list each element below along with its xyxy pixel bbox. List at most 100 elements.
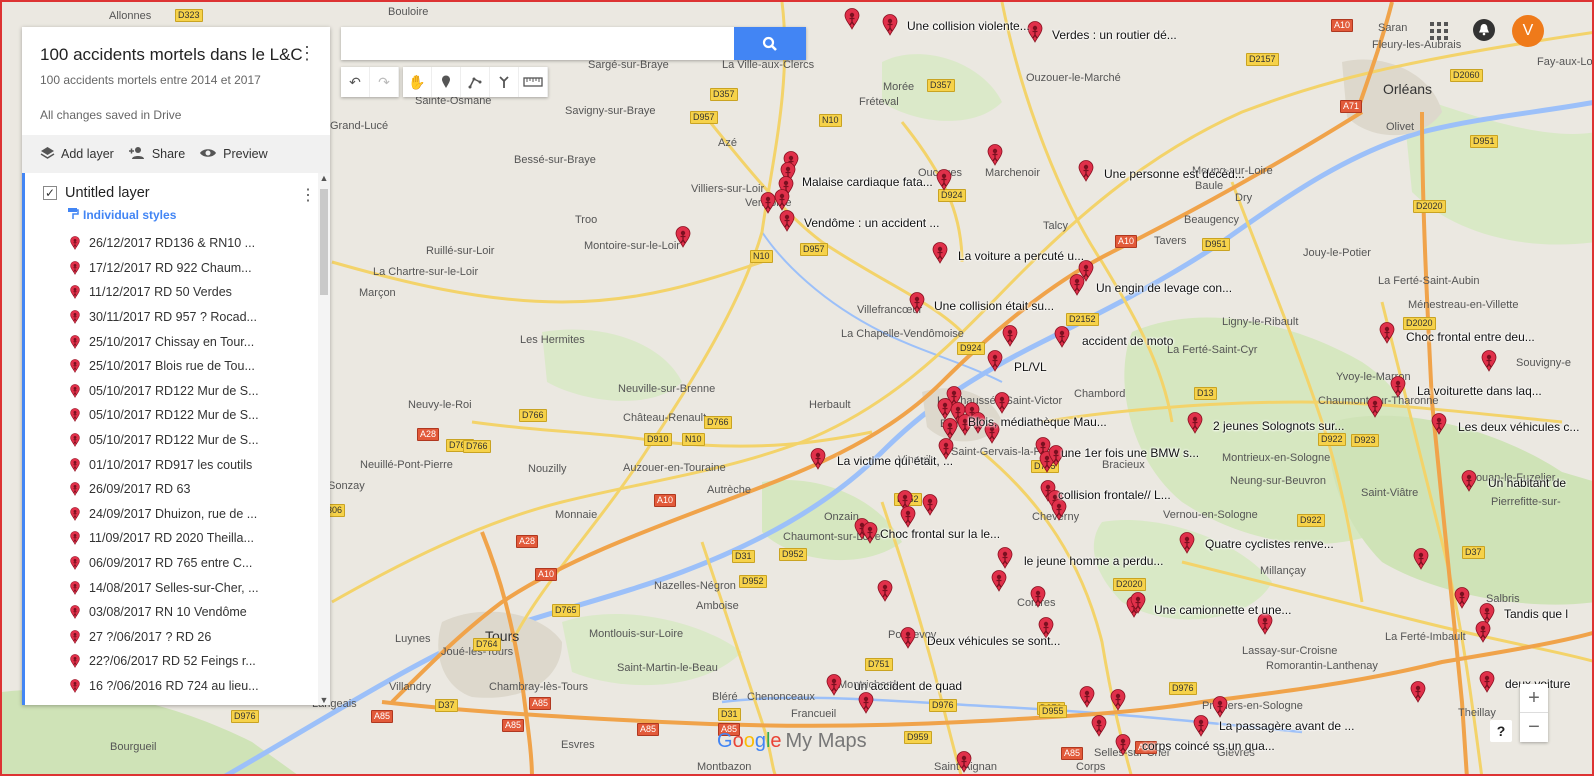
map-description[interactable]: 100 accidents mortels entre 2014 et 2017 xyxy=(40,73,312,87)
feature-list-item[interactable]: 22?/06/2017 RD 52 Feings r... xyxy=(25,649,322,674)
feature-list-item[interactable]: 06/09/2017 RD 765 entre C... xyxy=(25,551,322,576)
notifications-icon[interactable] xyxy=(1473,19,1495,41)
accident-marker-icon[interactable] xyxy=(1069,274,1085,296)
accident-marker-icon[interactable] xyxy=(810,448,826,470)
marker-label[interactable]: Une personne est décéd... xyxy=(1104,167,1245,181)
feature-list-item[interactable]: 25/10/2017 Blois rue de Tou... xyxy=(25,354,322,379)
accident-marker-icon[interactable] xyxy=(900,627,916,649)
accident-marker-icon[interactable] xyxy=(987,350,1003,372)
search-input[interactable] xyxy=(341,27,731,60)
marker-label[interactable]: Une collision violente... xyxy=(907,19,1030,33)
accident-marker-icon[interactable] xyxy=(1179,532,1195,554)
accident-marker-icon[interactable] xyxy=(1413,548,1429,570)
marker-label[interactable]: La victime qui était, ... xyxy=(837,454,953,468)
marker-label[interactable]: Quatre cyclistes renve... xyxy=(1205,537,1334,551)
accident-marker-icon[interactable] xyxy=(1054,326,1070,348)
marker-label[interactable]: PL/VL xyxy=(1014,360,1047,374)
feature-list-item[interactable]: 05/10/2017 RD122 Mur de S... xyxy=(25,403,322,428)
redo-icon[interactable]: ↷ xyxy=(370,67,399,97)
accident-marker-icon[interactable] xyxy=(991,570,1007,592)
preview-button[interactable]: Preview xyxy=(199,146,268,162)
accident-marker-icon[interactable] xyxy=(675,226,691,248)
accident-marker-icon[interactable] xyxy=(774,189,790,211)
marker-label[interactable]: Les deux véhicules c... xyxy=(1458,420,1579,434)
marker-label[interactable]: 2 jeunes Solognots sur... xyxy=(1213,419,1344,433)
marker-label[interactable]: Choc frontal sur la le... xyxy=(880,527,1000,541)
feature-list-item[interactable]: 27 ?/06/2017 ? RD 26 xyxy=(25,625,322,650)
marker-label[interactable]: une 1er fois une BMW s... xyxy=(1061,446,1199,460)
zoom-in-button[interactable]: + xyxy=(1520,684,1548,713)
map-title[interactable]: 100 accidents mortels dans le L&C xyxy=(40,45,312,65)
layer-visibility-checkbox[interactable]: ✓ xyxy=(43,186,57,200)
accident-marker-icon[interactable] xyxy=(1193,715,1209,737)
accident-marker-icon[interactable] xyxy=(779,210,795,232)
accident-marker-icon[interactable] xyxy=(1431,413,1447,435)
marker-label[interactable]: Vendôme : un accident ... xyxy=(804,216,939,230)
feature-list-item[interactable]: 11/09/2017 RD 2020 Theilla... xyxy=(25,526,322,551)
accident-marker-icon[interactable] xyxy=(1051,499,1067,521)
accident-marker-icon[interactable] xyxy=(1187,412,1203,434)
help-button[interactable]: ? xyxy=(1490,720,1512,742)
accident-marker-icon[interactable] xyxy=(1475,621,1491,643)
accident-marker-icon[interactable] xyxy=(1002,325,1018,347)
panel-scrollbar[interactable]: ▲ ▼ xyxy=(318,173,330,705)
feature-list-item[interactable]: 11/12/2017 RD 50 Verdes xyxy=(25,280,322,305)
feature-list-item[interactable]: 14/08/2017 Selles-sur-Cher, ... xyxy=(25,575,322,600)
accident-marker-icon[interactable] xyxy=(987,144,1003,166)
feature-list-item[interactable]: 24/09/2017 Dhuizon, rue de ... xyxy=(25,502,322,527)
accident-marker-icon[interactable] xyxy=(1130,592,1146,614)
accident-marker-icon[interactable] xyxy=(1367,396,1383,418)
ruler-icon[interactable] xyxy=(519,67,548,97)
accident-marker-icon[interactable] xyxy=(1212,696,1228,718)
apps-grid-icon[interactable] xyxy=(1428,20,1450,42)
marker-label[interactable]: accident de moto xyxy=(1082,334,1173,348)
accident-marker-icon[interactable] xyxy=(994,392,1010,414)
feature-list-item[interactable]: 03/08/2017 RN 10 Vendôme xyxy=(25,600,322,625)
accident-marker-icon[interactable] xyxy=(1110,689,1126,711)
accident-marker-icon[interactable] xyxy=(956,751,972,773)
accident-marker-icon[interactable] xyxy=(1115,734,1131,756)
accident-marker-icon[interactable] xyxy=(1454,587,1470,609)
marker-label[interactable]: Deux véhicules se sont... xyxy=(927,634,1060,648)
accident-marker-icon[interactable] xyxy=(858,692,874,714)
marker-label[interactable]: Choc frontal entre deu... xyxy=(1406,330,1535,344)
marker-label[interactable]: La passagère avant de ... xyxy=(1219,719,1354,733)
accident-marker-icon[interactable] xyxy=(1481,350,1497,372)
feature-list-item[interactable]: 26/09/2017 RD 63 xyxy=(25,477,322,502)
accident-marker-icon[interactable] xyxy=(1390,376,1406,398)
marker-label[interactable]: Blois, médiathèque Mau... xyxy=(968,415,1107,429)
feature-list-item[interactable]: 25/10/2017 Chissay en Tour... xyxy=(25,329,322,354)
accident-marker-icon[interactable] xyxy=(1091,715,1107,737)
scroll-down-icon[interactable]: ▼ xyxy=(318,695,330,705)
feature-list-item[interactable]: 05/10/2017 RD122 Mur de S... xyxy=(25,428,322,453)
individual-styles-link[interactable]: Individual styles xyxy=(25,201,322,223)
accident-marker-icon[interactable] xyxy=(882,14,898,36)
zoom-out-button[interactable]: − xyxy=(1520,713,1548,742)
layer-header[interactable]: ✓ Untitled layer xyxy=(25,173,322,201)
layer-name[interactable]: Untitled layer xyxy=(65,185,150,201)
accident-marker-icon[interactable] xyxy=(922,494,938,516)
marker-label[interactable]: un accident de quad xyxy=(854,679,962,693)
accident-marker-icon[interactable] xyxy=(862,522,878,544)
feature-list-item[interactable]: 01/10/2017 RD917 les coutils xyxy=(25,452,322,477)
accident-marker-icon[interactable] xyxy=(826,674,842,696)
marker-label[interactable]: Tandis que l xyxy=(1504,607,1568,621)
accident-marker-icon[interactable] xyxy=(936,169,952,191)
accident-marker-icon[interactable] xyxy=(909,292,925,314)
marker-label[interactable]: collision frontale// L... xyxy=(1058,488,1171,502)
search-button[interactable] xyxy=(734,27,806,60)
marker-label[interactable]: corps coincé ss un qua... xyxy=(1142,739,1275,753)
marker-label[interactable]: Une camionnette et une... xyxy=(1154,603,1291,617)
feature-list-item[interactable]: 26/12/2017 RD136 & RN10 ... xyxy=(25,231,322,256)
marker-label[interactable]: Un habitant de xyxy=(1488,476,1566,490)
marker-label[interactable]: Un engin de levage con... xyxy=(1096,281,1232,295)
map-options-icon[interactable]: ⋮ xyxy=(298,43,316,64)
accident-marker-icon[interactable] xyxy=(900,506,916,528)
marker-icon[interactable] xyxy=(432,67,461,97)
accident-marker-icon[interactable] xyxy=(1379,322,1395,344)
accident-marker-icon[interactable] xyxy=(877,580,893,602)
feature-list-item[interactable]: 05/10/2017 RD122 Mur de S... xyxy=(25,379,322,404)
account-avatar[interactable]: V xyxy=(1512,15,1544,47)
share-button[interactable]: Share xyxy=(128,146,185,163)
accident-marker-icon[interactable] xyxy=(1030,586,1046,608)
